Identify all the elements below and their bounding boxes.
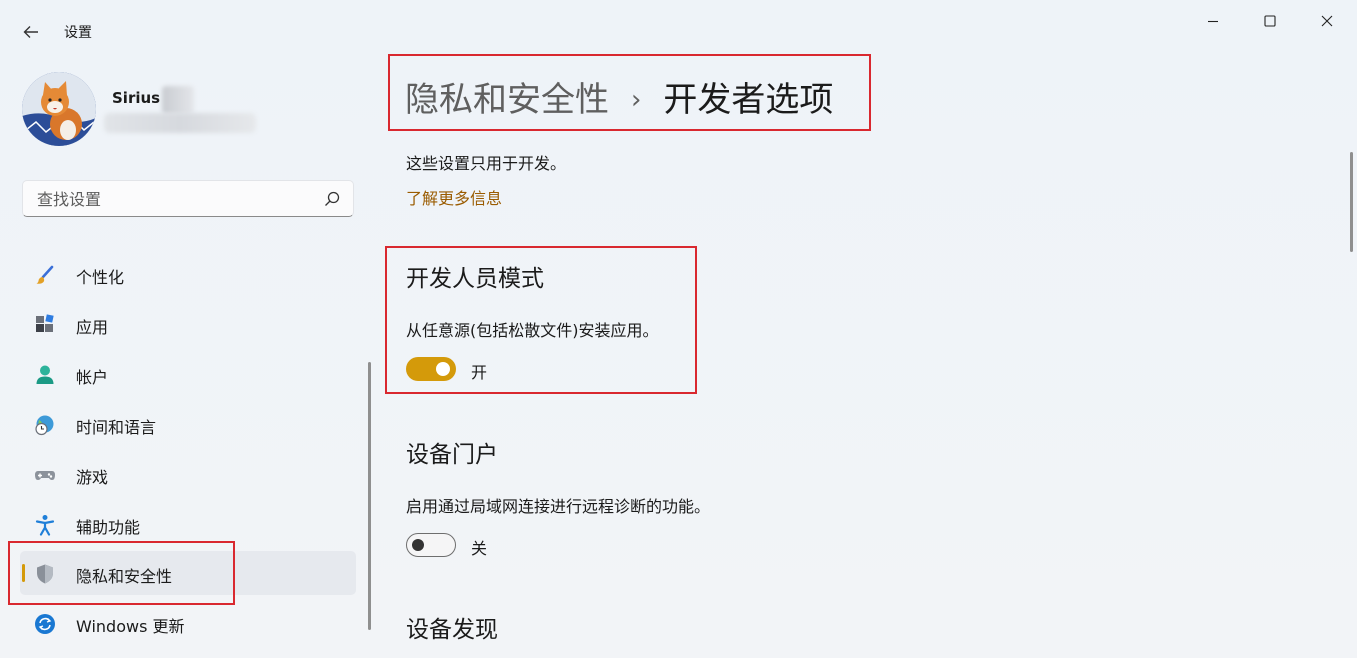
nav-label-accounts: 帐户 — [76, 368, 109, 387]
nav-label-accessibility: 辅助功能 — [76, 518, 141, 537]
close-button[interactable] — [1304, 8, 1350, 34]
user-name: Sirius — [112, 89, 161, 107]
shield-icon — [37, 564, 53, 584]
developer-mode-toggle-state: 开 — [471, 363, 488, 382]
nav-item-gaming[interactable]: 游戏 — [20, 452, 356, 496]
person-icon — [36, 365, 54, 384]
nav-item-privacy-security[interactable]: 隐私和安全性 — [20, 551, 356, 595]
back-arrow-icon — [23, 26, 38, 38]
search-input[interactable] — [35, 181, 319, 218]
app-title: 设置 — [64, 25, 92, 41]
nav-label-gaming: 游戏 — [76, 468, 109, 487]
nav-item-personalization[interactable]: 个性化 — [20, 252, 356, 296]
nav-label-apps: 应用 — [76, 318, 109, 337]
page-description: 这些设置只用于开发。 — [406, 154, 567, 173]
apps-icon — [36, 314, 54, 332]
developer-mode-description: 从任意源(包括松散文件)安装应用。 — [406, 321, 659, 340]
toggle-knob — [412, 539, 424, 551]
developer-mode-toggle[interactable] — [406, 357, 456, 381]
nav-item-accounts[interactable]: 帐户 — [20, 352, 356, 396]
accessibility-icon — [35, 515, 55, 536]
main-scrollbar[interactable] — [1350, 152, 1353, 252]
nav-label-time-language: 时间和语言 — [76, 418, 157, 437]
redacted-email-blur — [104, 113, 256, 133]
device-portal-title: 设备门户 — [406, 442, 498, 468]
nav-label-personalization: 个性化 — [76, 268, 125, 287]
title-bar: 设置 — [0, 0, 1357, 58]
maximize-icon — [1264, 15, 1276, 27]
page-title: 开发者选项 — [663, 80, 834, 120]
maximize-button[interactable] — [1247, 8, 1293, 34]
globe-clock-icon — [35, 415, 54, 436]
nav-item-apps[interactable]: 应用 — [20, 302, 356, 346]
breadcrumb: 隐私和安全性 › 开发者选项 — [405, 72, 833, 121]
toggle-knob — [436, 362, 450, 376]
developer-mode-title: 开发人员模式 — [406, 266, 544, 292]
device-discovery-title: 设备发现 — [406, 617, 498, 643]
device-portal-toggle-state: 关 — [471, 539, 488, 558]
avatar[interactable] — [22, 72, 96, 146]
cat-avatar-image — [22, 72, 96, 146]
redacted-name-blur — [162, 86, 194, 114]
breadcrumb-parent[interactable]: 隐私和安全性 — [405, 80, 609, 120]
search-icon[interactable] — [323, 190, 341, 208]
refresh-icon — [35, 614, 55, 634]
nav-label-windows-update: Windows 更新 — [76, 617, 185, 636]
nav-item-windows-update[interactable]: Windows 更新 — [20, 601, 356, 645]
sidebar-scrollbar[interactable] — [368, 362, 371, 630]
minimize-button[interactable] — [1190, 8, 1236, 34]
device-portal-description: 启用通过局域网连接进行远程诊断的功能。 — [406, 497, 711, 516]
nav-label-privacy-security: 隐私和安全性 — [76, 567, 173, 586]
learn-more-link[interactable]: 了解更多信息 — [406, 185, 502, 209]
device-portal-toggle[interactable] — [406, 533, 456, 557]
paint-brush-icon — [36, 265, 54, 284]
nav-item-accessibility[interactable]: 辅助功能 — [20, 502, 356, 546]
breadcrumb-separator: › — [631, 85, 642, 115]
close-icon — [1321, 15, 1333, 27]
back-button[interactable] — [18, 20, 44, 44]
nav-item-time-language[interactable]: 时间和语言 — [20, 402, 356, 446]
search-box — [22, 180, 354, 218]
gamepad-icon — [35, 471, 55, 480]
minimize-icon — [1208, 20, 1218, 23]
selection-indicator — [22, 564, 25, 582]
